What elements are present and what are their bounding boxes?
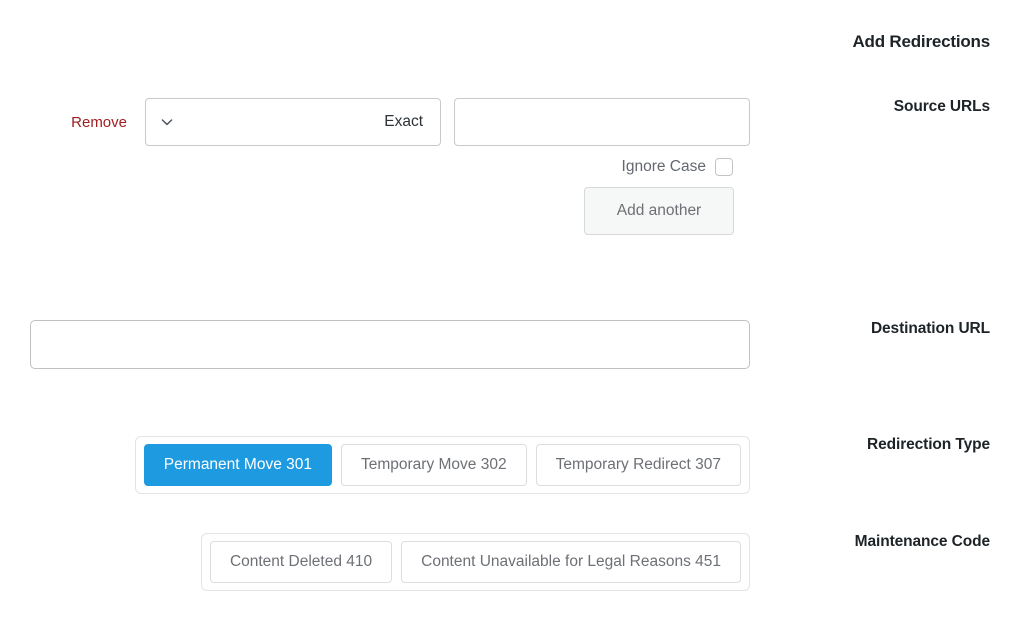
redirection-type-option[interactable]: Temporary Move 302: [340, 444, 527, 486]
source-url-line: Remove Exact: [0, 98, 750, 146]
redirection-type-row: Permanent Move 301 Temporary Move 302 Te…: [0, 436, 1024, 494]
remove-source-url-link[interactable]: Remove: [71, 114, 127, 131]
redirection-type-label: Redirection Type: [867, 436, 990, 453]
source-urls-controls: Remove Exact Ignore Case Add another: [0, 98, 770, 235]
redirection-type-button-group: Permanent Move 301 Temporary Move 302 Te…: [134, 436, 750, 494]
match-type-select[interactable]: Exact: [145, 98, 441, 146]
maintenance-code-option[interactable]: Content Deleted 410: [209, 541, 393, 583]
redirection-type-option[interactable]: Temporary Redirect 307: [535, 444, 741, 486]
destination-url-label-col: Destination URL: [770, 320, 1024, 338]
source-urls-label: Source URLs: [893, 98, 990, 115]
ignore-case-group: Ignore Case: [622, 158, 733, 176]
chevron-down-icon: [159, 114, 175, 130]
ignore-case-checkbox[interactable]: [715, 158, 733, 176]
source-urls-row: Remove Exact Ignore Case Add another Sou…: [0, 98, 1024, 235]
destination-url-row: Destination URL: [0, 320, 1024, 369]
redirection-type-controls: Permanent Move 301 Temporary Move 302 Te…: [0, 436, 770, 494]
add-redirections-form: Add Redirections Remove Exact Ignore Cas…: [0, 0, 1024, 628]
add-another-button[interactable]: Add another: [584, 187, 734, 235]
page-title: Add Redirections: [852, 32, 990, 51]
redirection-type-label-col: Redirection Type: [770, 436, 1024, 454]
destination-url-controls: [0, 320, 770, 369]
maintenance-code-option[interactable]: Content Unavailable for Legal Reasons 45…: [401, 541, 741, 583]
source-url-input[interactable]: [454, 98, 750, 146]
maintenance-code-label-col: Maintenance Code: [770, 533, 1024, 551]
maintenance-code-label: Maintenance Code: [854, 533, 990, 550]
ignore-case-label: Ignore Case: [621, 158, 706, 175]
add-another-group: Add another: [584, 187, 734, 235]
source-urls-label-col: Source URLs: [770, 98, 1024, 116]
maintenance-code-row: Content Deleted 410 Content Unavailable …: [0, 533, 1024, 591]
maintenance-code-button-group: Content Deleted 410 Content Unavailable …: [200, 533, 750, 591]
match-type-selected-value: Exact: [384, 113, 423, 130]
maintenance-code-controls: Content Deleted 410 Content Unavailable …: [0, 533, 770, 591]
redirection-type-option[interactable]: Permanent Move 301: [143, 444, 332, 486]
destination-url-label: Destination URL: [870, 320, 990, 337]
destination-url-input[interactable]: [30, 320, 750, 369]
